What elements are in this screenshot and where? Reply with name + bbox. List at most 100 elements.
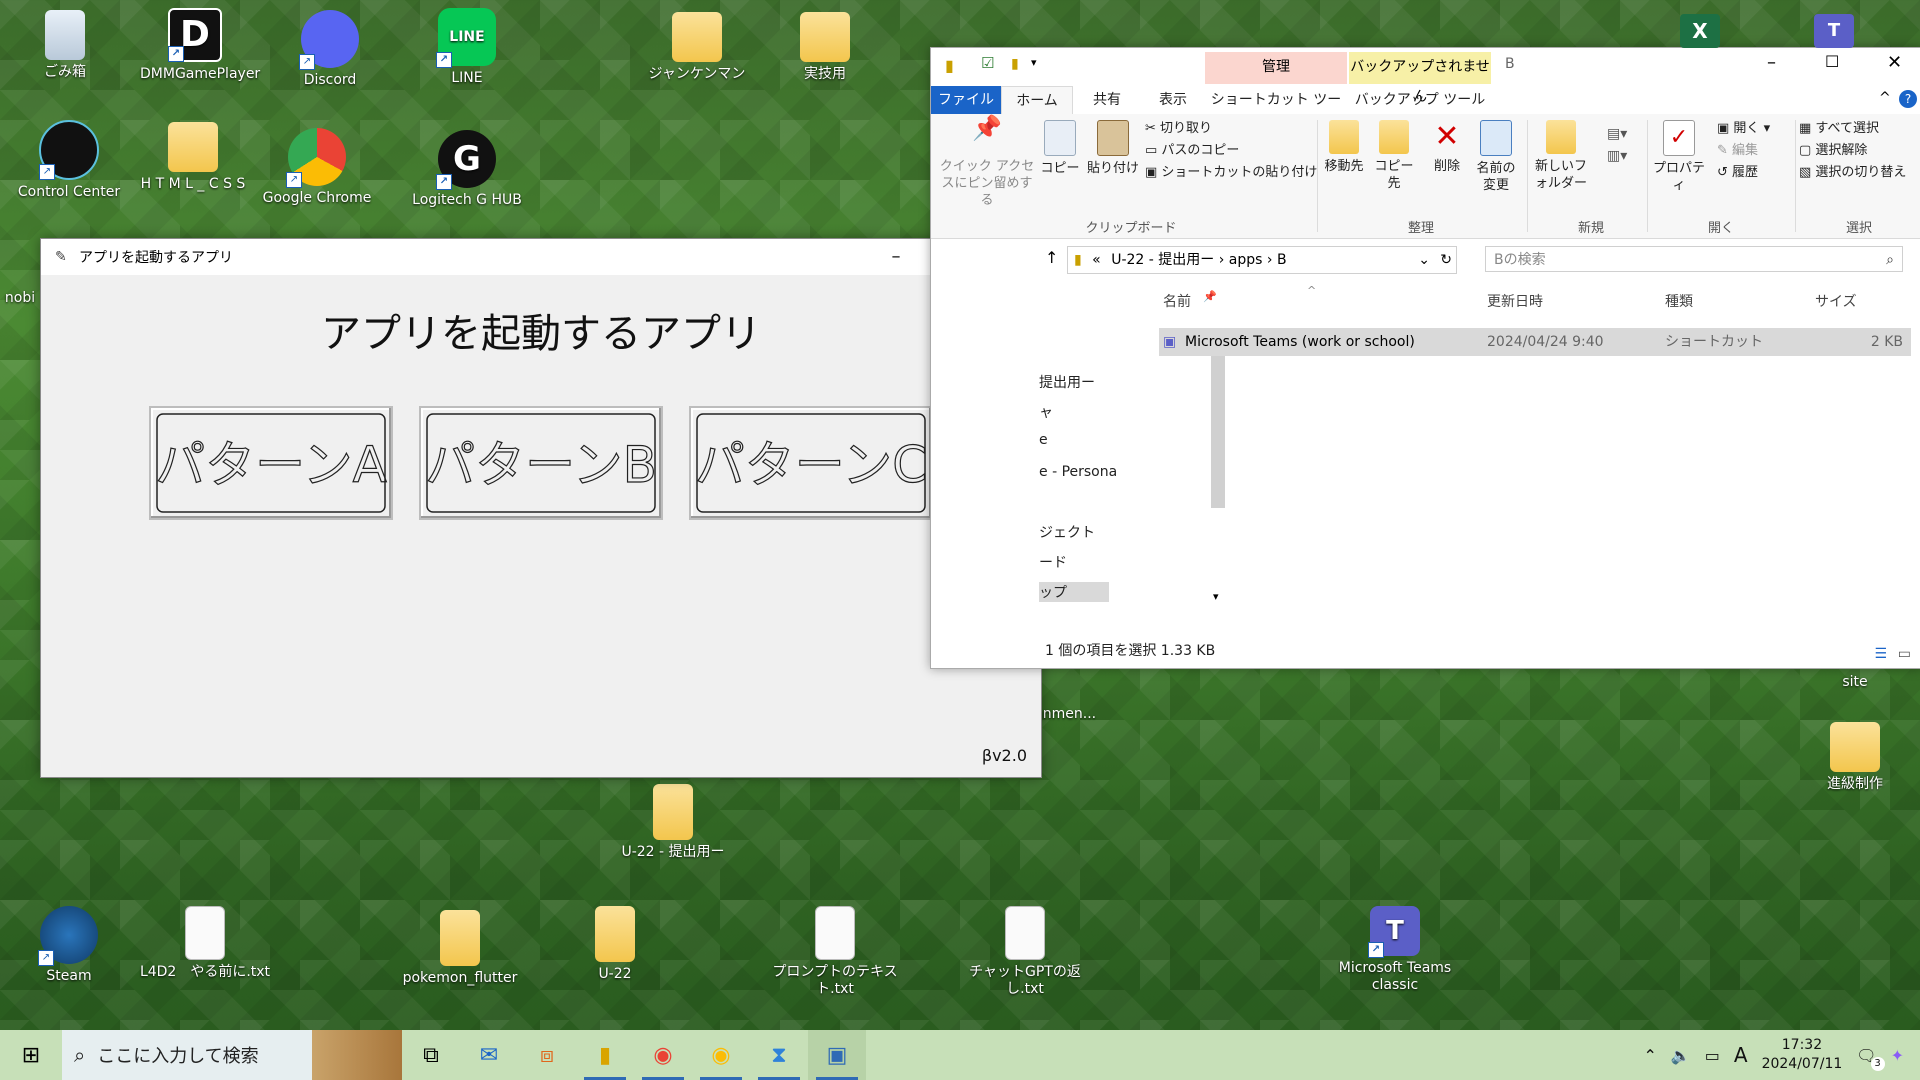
copilot-icon[interactable]: ✦ [1891, 1046, 1904, 1065]
select-all-button[interactable]: ▦ すべて選択 [1799, 120, 1879, 137]
teams-icon[interactable]: T [1814, 14, 1854, 48]
rename-button[interactable]: 名前の変更 [1471, 120, 1521, 194]
maximize-button[interactable]: ☐ [1825, 52, 1839, 71]
nav-item[interactable]: ップ [1039, 582, 1109, 602]
table-row[interactable]: ▣ Microsoft Teams (work or school) 2024/… [1159, 328, 1911, 356]
checkmark-icon[interactable]: ☑ [981, 54, 994, 72]
breadcrumb-u22[interactable]: U-22 - 提出用ー [1111, 252, 1214, 268]
vscode-button[interactable]: ⧗ [750, 1030, 808, 1080]
new-folder-icon[interactable]: ▮ [1011, 56, 1019, 72]
pattern-b-button[interactable]: パターンB [419, 406, 663, 520]
pin-quick-access-button[interactable]: 📌 クイック アクセスにピン留めする [937, 116, 1037, 209]
paste-shortcut-button[interactable]: ▣ ショートカットの貼り付け [1145, 164, 1317, 181]
tab-file[interactable]: ファイル [931, 86, 1001, 114]
desktop-icon-logitech[interactable]: G ↗ Logitech G HUB [412, 130, 522, 209]
help-icon[interactable]: ? [1899, 90, 1917, 108]
column-type[interactable]: 種類 [1665, 291, 1693, 311]
notification-button[interactable]: 🗨 3 [1856, 1046, 1885, 1071]
nav-item[interactable]: ード [1039, 552, 1067, 572]
desktop-icon-u22[interactable]: U-22 [560, 906, 670, 983]
desktop-icon-html-css[interactable]: H T M L _ C S S [138, 122, 248, 193]
desktop-icon-pokemon-flutter[interactable]: pokemon_flutter [400, 910, 520, 987]
clock[interactable]: 17:32 2024/07/11 [1762, 1036, 1843, 1074]
details-view-icon[interactable]: ☰ [1874, 646, 1887, 662]
up-arrow-icon[interactable]: ↑ [1045, 248, 1058, 267]
desktop-icon-l4d2-txt[interactable]: L4D2 やる前に.txt [130, 906, 280, 981]
mail-button[interactable]: ✉ [460, 1030, 518, 1080]
nav-item[interactable]: e - Persona [1039, 464, 1117, 480]
breadcrumb-overflow[interactable]: « [1092, 252, 1101, 268]
large-icons-view-icon[interactable]: ▭ [1898, 646, 1911, 662]
ime-indicator[interactable]: A [1734, 1043, 1748, 1067]
desktop-icon-line[interactable]: LINE ↗ LINE [412, 8, 522, 87]
pattern-c-button[interactable]: パターンC [689, 406, 933, 520]
start-button[interactable]: ⊞ [0, 1030, 62, 1080]
explorer-titlebar[interactable]: ▮ ☑ ▮ ▾ 管理 バックアップされません B – ☐ ✕ [931, 48, 1920, 105]
close-button[interactable]: ✕ [1887, 52, 1902, 73]
nav-item[interactable]: ジェクト [1039, 522, 1095, 542]
desktop-icon-prompt-txt[interactable]: プロンプトのテキスト.txt [770, 906, 900, 998]
desktop-icon-nobi[interactable]: nobi [0, 290, 40, 307]
task-view-button[interactable]: ⧉ [402, 1030, 460, 1080]
desktop-icon-control-center[interactable]: ↗ Control Center [14, 120, 124, 201]
cut-button[interactable]: ✂ 切り取り [1145, 120, 1212, 137]
window-titlebar[interactable]: ✎ アプリを起動するアプリ – ☐ ✕ [41, 239, 1041, 275]
desktop-icon-shinkyu[interactable]: 進級制作 [1800, 722, 1910, 793]
invert-selection-button[interactable]: ▧ 選択の切り替え [1799, 164, 1906, 181]
column-size[interactable]: サイズ [1815, 291, 1857, 311]
copy-button[interactable]: コピー [1037, 120, 1083, 177]
desktop-icon-janken[interactable]: ジャンケンマン [642, 12, 752, 83]
desktop-icon-teams-classic[interactable]: T ↗ Microsoft Teams classic [1330, 906, 1460, 994]
search-input[interactable]: Bの検索 [1494, 252, 1546, 268]
address-bar[interactable]: ▮ « U-22 - 提出用ー › apps › B ⌄ ↻ [1067, 246, 1457, 274]
desktop-icon-steam[interactable]: ↗ Steam [14, 906, 124, 985]
delete-button[interactable]: ✕ 削除 [1427, 120, 1467, 175]
paste-button[interactable]: 貼り付け [1085, 120, 1141, 177]
desktop-icon-discord[interactable]: ↗ Discord [275, 10, 385, 89]
column-name[interactable]: 名前 [1163, 291, 1191, 311]
new-folder-button[interactable]: 新しいフォルダー [1531, 120, 1591, 192]
copy-to-button[interactable]: コピー先 [1369, 120, 1419, 192]
battery-icon[interactable]: ▭ [1705, 1046, 1720, 1065]
tab-share[interactable]: 共有 [1077, 86, 1137, 114]
minimize-button[interactable]: – [1767, 52, 1776, 73]
desktop-icon-site[interactable]: site [1800, 674, 1910, 691]
tab-shortcut-tools[interactable]: ショートカット ツール [1205, 86, 1347, 136]
search-input[interactable]: ここに入力して検索 [97, 1042, 258, 1068]
edit-button[interactable]: ✎ 編集 [1717, 142, 1758, 159]
chevron-down-icon[interactable]: ⌄ [1418, 247, 1430, 273]
taskbar-search[interactable]: ⌕ ここに入力して検索 [62, 1030, 402, 1080]
collapse-ribbon-icon[interactable]: ^ [1879, 90, 1891, 106]
properties-button[interactable]: ✓ プロパティ [1649, 120, 1709, 194]
copy-path-button[interactable]: ▭ パスのコピー [1145, 142, 1239, 159]
desktop-icon-jitsugi[interactable]: 実技用 [770, 12, 880, 83]
easy-access-icon[interactable]: ▥▾ [1607, 148, 1627, 164]
desktop-icon-chatgpt-txt[interactable]: チャットGPTの返し.txt [960, 906, 1090, 998]
desktop-icon-u22-submit[interactable]: U-22 - 提出用ー [618, 784, 728, 861]
breadcrumb-apps[interactable]: apps [1229, 252, 1263, 268]
scroll-down-icon[interactable]: ▾ [1213, 590, 1219, 603]
chrome-button[interactable]: ◉ [634, 1030, 692, 1080]
history-button[interactable]: ↺ 履歴 [1717, 164, 1758, 181]
volume-icon[interactable]: 🔈 [1671, 1046, 1691, 1065]
file-explorer-button[interactable]: ▮ [576, 1030, 634, 1080]
column-date[interactable]: 更新日時 [1487, 291, 1543, 311]
ctx-tab-manage[interactable]: 管理 [1205, 52, 1347, 84]
dropdown-icon[interactable]: ▾ [1031, 56, 1037, 69]
tab-home[interactable]: ホーム [1001, 86, 1073, 115]
select-none-button[interactable]: ▢ 選択解除 [1799, 142, 1867, 159]
scrollbar-thumb[interactable] [1211, 348, 1225, 508]
chevron-up-icon[interactable]: ⌃ [1643, 1046, 1656, 1065]
minimize-button[interactable]: – [867, 239, 925, 275]
new-item-icon[interactable]: ▤▾ [1607, 126, 1627, 142]
nav-item[interactable]: e [1039, 432, 1048, 448]
nav-item[interactable]: 提出用ー [1039, 372, 1095, 392]
tab-view[interactable]: 表示 [1143, 86, 1203, 114]
nav-item[interactable]: ャ [1039, 402, 1053, 422]
open-button[interactable]: ▣ 開く ▾ [1717, 120, 1770, 137]
ctx-tab-backup[interactable]: バックアップされません [1349, 52, 1491, 105]
app-orange-button[interactable]: ⧈ [518, 1030, 576, 1080]
desktop-icon-dmm[interactable]: D ↗ DMMGamePlayer [140, 8, 260, 83]
refresh-icon[interactable]: ↻ [1440, 247, 1452, 273]
breadcrumb-b[interactable]: B [1277, 252, 1287, 268]
